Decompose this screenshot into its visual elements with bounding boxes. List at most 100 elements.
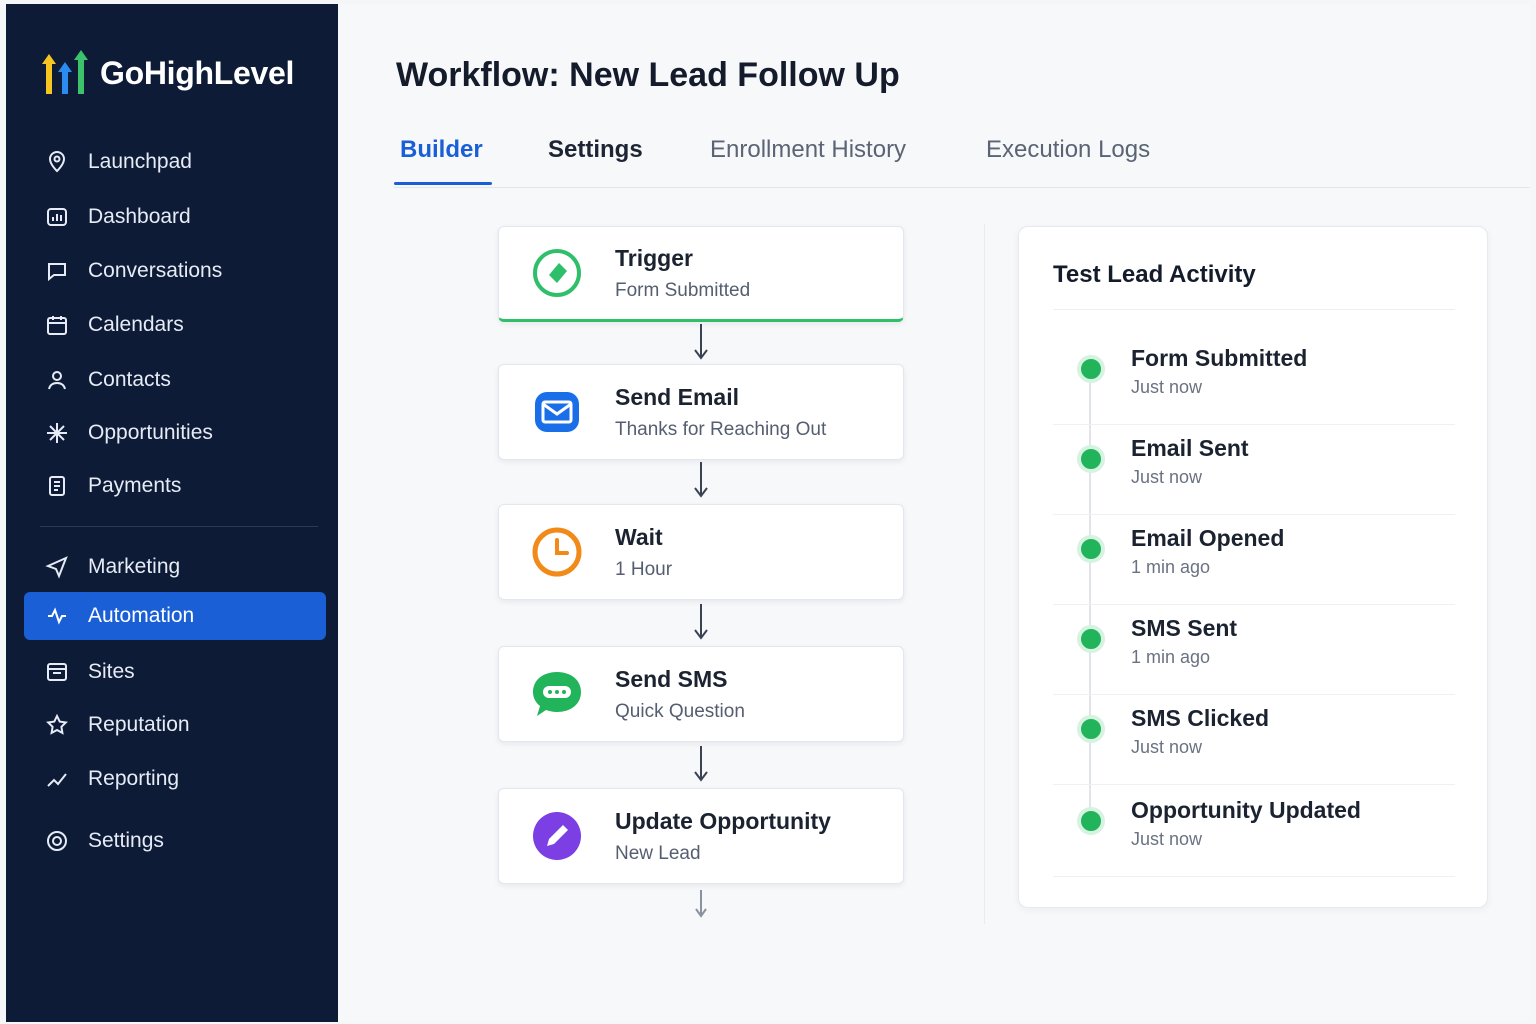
sidebar-item-automation[interactable]: Automation xyxy=(24,592,326,640)
activity-item: Email Sent Just now xyxy=(1053,425,1455,515)
sidebar-item-conversations[interactable]: Conversations xyxy=(24,247,326,295)
sidebar-item-label: Reputation xyxy=(88,713,190,736)
sidebar-item-label: Settings xyxy=(88,829,164,852)
arrow-down-icon xyxy=(695,890,707,918)
workflow-step-send-email[interactable]: Send Email Thanks for Reaching Out xyxy=(498,364,904,460)
logo[interactable]: GoHighLevel xyxy=(42,48,294,98)
sidebar-item-label: Marketing xyxy=(88,555,181,578)
main-content: Workflow: New Lead Follow Up Builder Set… xyxy=(338,4,1530,1022)
arrow-down-icon xyxy=(694,746,708,782)
step-title: Wait xyxy=(615,523,663,550)
chat-bubble-icon xyxy=(44,258,70,284)
sidebar-item-label: Automation xyxy=(88,604,195,627)
workflow-step-update-opportunity[interactable]: Update Opportunity New Lead xyxy=(498,788,904,884)
activity-title: SMS Clicked xyxy=(1131,705,1270,731)
activity-time: Just now xyxy=(1131,737,1203,757)
activity-time: Just now xyxy=(1131,829,1203,849)
step-subtitle: Form Submitted xyxy=(615,279,751,301)
activity-time: Just now xyxy=(1131,377,1203,397)
activity-title: Email Opened xyxy=(1131,525,1285,551)
step-title: Trigger xyxy=(615,244,693,271)
sidebar-item-sites[interactable]: Sites xyxy=(24,648,326,696)
payments-icon xyxy=(44,473,70,499)
location-pin-icon xyxy=(44,149,70,175)
sidebar-item-reporting[interactable]: Reporting xyxy=(24,755,326,803)
status-dot xyxy=(1077,807,1105,835)
status-dot xyxy=(1077,715,1105,743)
activity-item: SMS Sent 1 min ago xyxy=(1053,605,1455,695)
calendar-icon xyxy=(44,312,70,338)
activity-time: 1 min ago xyxy=(1131,647,1211,667)
sidebar-item-payments[interactable]: Payments xyxy=(24,462,326,510)
tab-execution-logs[interactable]: Execution Logs xyxy=(986,136,1150,182)
sidebar-item-opportunities[interactable]: Opportunities xyxy=(24,409,326,457)
sidebar-item-reputation[interactable]: Reputation xyxy=(24,701,326,749)
step-subtitle: 1 Hour xyxy=(615,558,673,580)
dashboard-icon xyxy=(44,204,70,230)
sidebar-item-label: Launchpad xyxy=(88,150,192,173)
activity-item: SMS Clicked Just now xyxy=(1053,695,1455,785)
sidebar-item-label: Sites xyxy=(88,660,135,683)
reporting-icon xyxy=(44,766,70,792)
gear-icon xyxy=(44,828,70,854)
automation-icon xyxy=(44,603,70,629)
panel-title: Test Lead Activity xyxy=(1053,261,1256,288)
email-icon xyxy=(535,392,579,432)
step-title: Send SMS xyxy=(615,665,728,692)
logo-arrows-icon xyxy=(42,50,88,94)
workflow-step-send-sms[interactable]: Send SMS Quick Question xyxy=(498,646,904,742)
activity-title: Email Sent xyxy=(1131,435,1249,461)
activity-title: Form Submitted xyxy=(1131,345,1308,371)
active-tab-indicator xyxy=(394,182,492,185)
arrow-down-icon xyxy=(694,324,708,360)
step-subtitle: New Lead xyxy=(615,842,701,864)
step-title: Update Opportunity xyxy=(615,807,831,834)
star-icon xyxy=(44,712,70,738)
activity-item: Opportunity Updated Just now xyxy=(1053,787,1455,877)
sidebar-item-label: Payments xyxy=(88,474,182,497)
sidebar-item-calendars[interactable]: Calendars xyxy=(24,301,326,349)
sidebar-item-launchpad[interactable]: Launchpad xyxy=(24,138,326,186)
workflow-step-wait[interactable]: Wait 1 Hour xyxy=(498,504,904,600)
sidebar: GoHighLevel Launchpad Dashboard Conversa… xyxy=(6,4,338,1022)
step-title: Send Email xyxy=(615,383,739,410)
trigger-icon xyxy=(533,249,581,297)
sidebar-item-label: Conversations xyxy=(88,259,223,282)
page-title: Workflow: New Lead Follow Up xyxy=(396,56,900,94)
sidebar-item-label: Calendars xyxy=(88,313,184,336)
panel-divider xyxy=(1053,309,1455,310)
logo-text: GoHighLevel xyxy=(100,54,295,91)
sms-icon xyxy=(533,672,581,716)
column-divider xyxy=(984,224,985,924)
status-dot xyxy=(1077,535,1105,563)
status-dot xyxy=(1077,625,1105,653)
step-subtitle: Quick Question xyxy=(615,700,745,722)
paper-plane-icon xyxy=(44,554,70,580)
tab-settings[interactable]: Settings xyxy=(548,136,643,182)
activity-time: Just now xyxy=(1131,467,1203,487)
sites-icon xyxy=(44,659,70,685)
status-dot xyxy=(1077,445,1105,473)
sidebar-item-label: Dashboard xyxy=(88,205,191,228)
tab-builder[interactable]: Builder xyxy=(400,136,483,182)
tab-bar: Builder Settings Enrollment History Exec… xyxy=(394,130,1530,188)
arrow-down-icon xyxy=(694,462,708,498)
sidebar-item-settings[interactable]: Settings xyxy=(24,817,326,865)
step-subtitle: Thanks for Reaching Out xyxy=(615,418,827,440)
sidebar-item-label: Opportunities xyxy=(88,421,213,444)
arrow-down-icon xyxy=(694,604,708,640)
sidebar-item-marketing[interactable]: Marketing xyxy=(24,543,326,591)
workflow-step-trigger[interactable]: Trigger Form Submitted xyxy=(498,226,904,322)
tab-enrollment-history[interactable]: Enrollment History xyxy=(710,136,906,182)
sidebar-item-dashboard[interactable]: Dashboard xyxy=(24,193,326,241)
sidebar-divider xyxy=(40,526,318,527)
sidebar-item-label: Reporting xyxy=(88,767,180,790)
test-lead-activity-panel: Test Lead Activity Form Submitted Just n… xyxy=(1018,226,1488,908)
contacts-icon xyxy=(44,367,70,393)
pencil-icon xyxy=(533,812,581,860)
activity-item: Form Submitted Just now xyxy=(1053,335,1455,425)
clock-icon xyxy=(532,527,582,577)
activity-title: Opportunity Updated xyxy=(1131,797,1361,823)
sidebar-item-contacts[interactable]: Contacts xyxy=(24,356,326,404)
sidebar-item-label: Contacts xyxy=(88,368,171,391)
